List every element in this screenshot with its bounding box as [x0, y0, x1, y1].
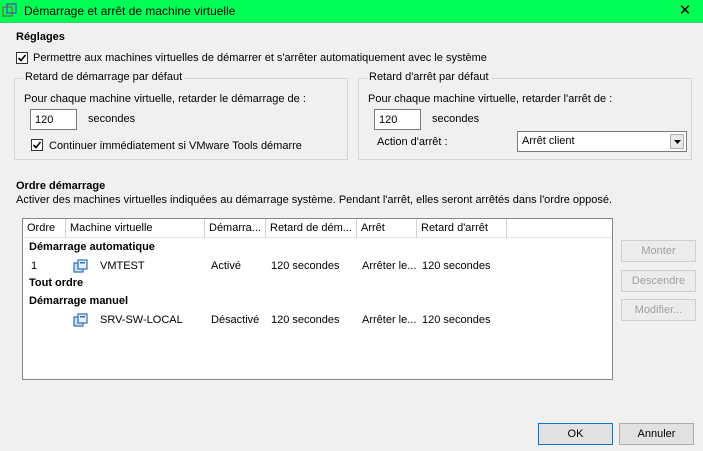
table-row[interactable]: 1 VMTEST Activé 120 secondes Arrêter le.…: [23, 257, 612, 275]
stop-action-select[interactable]: Arrêt client: [517, 131, 687, 152]
auto-start-checkbox[interactable]: [16, 52, 28, 64]
column-header-stop[interactable]: Arrêt: [357, 219, 417, 238]
startup-order-table[interactable]: Ordre Machine virtuelle Démarra... Retar…: [22, 218, 613, 380]
auto-start-label: Permettre aux machines virtuelles de dém…: [33, 52, 487, 64]
title-bar: Démarrage et arrêt de machine virtuelle …: [0, 0, 703, 23]
cell-stop: Arrêter le...: [362, 314, 417, 326]
column-header-start-delay[interactable]: Retard de dém...: [266, 219, 357, 238]
checkmark-icon: [17, 54, 27, 62]
continue-label: Continuer immédiatement si VMware Tools …: [49, 140, 302, 152]
settings-heading: Réglages: [16, 31, 65, 43]
cell-stop-delay: 120 secondes: [422, 260, 491, 272]
virtual-machine-icon: [73, 313, 88, 327]
ok-button[interactable]: OK: [538, 423, 613, 445]
table-header: Ordre Machine virtuelle Démarra... Retar…: [23, 219, 612, 238]
group-manual-start: Démarrage manuel: [29, 295, 129, 307]
virtual-machine-icon: [73, 259, 88, 273]
continue-checkbox[interactable]: [31, 139, 43, 151]
move-down-button[interactable]: Descendre: [621, 270, 696, 292]
stop-action-label: Action d'arrêt :: [377, 136, 448, 148]
cell-order: 1: [31, 260, 38, 272]
vmware-app-icon: [2, 3, 17, 17]
cell-startup: Activé: [211, 260, 241, 272]
stop-delay-legend: Retard d'arrêt par défaut: [367, 71, 491, 83]
stop-delay-description: Pour chaque machine virtuelle, retarder …: [368, 93, 613, 105]
cell-stop-delay: 120 secondes: [422, 314, 491, 326]
column-header-startup[interactable]: Démarra...: [205, 219, 266, 238]
start-delay-legend: Retard de démarrage par défaut: [23, 71, 185, 83]
edit-button[interactable]: Modifier...: [621, 299, 696, 321]
startup-order-heading: Ordre démarrage: [16, 180, 106, 192]
cancel-button[interactable]: Annuler: [619, 423, 694, 445]
cell-vm-name: SRV-SW-LOCAL: [100, 314, 183, 326]
stop-delay-input[interactable]: [374, 109, 421, 130]
cell-start-delay: 120 secondes: [271, 314, 340, 326]
column-header-stop-delay[interactable]: Retard d'arrêt: [417, 219, 507, 238]
stop-action-value: Arrêt client: [522, 135, 575, 147]
close-icon[interactable]: ✕: [677, 2, 693, 20]
cell-startup: Désactivé: [211, 314, 260, 326]
group-any-order: Tout ordre: [29, 277, 84, 289]
cell-stop: Arrêter le...: [362, 260, 417, 272]
move-up-button[interactable]: Monter: [621, 240, 696, 262]
chevron-down-icon: [674, 140, 681, 144]
checkmark-icon: [32, 141, 42, 149]
start-delay-description: Pour chaque machine virtuelle, retarder …: [24, 93, 306, 105]
table-row[interactable]: SRV-SW-LOCAL Désactivé 120 secondes Arrê…: [23, 311, 612, 329]
start-delay-input[interactable]: [30, 109, 77, 130]
column-header-order[interactable]: Ordre: [23, 219, 66, 238]
cell-vm-name: VMTEST: [100, 260, 145, 272]
start-delay-unit: secondes: [88, 113, 136, 125]
dropdown-button[interactable]: [670, 134, 684, 149]
cell-start-delay: 120 secondes: [271, 260, 340, 272]
group-auto-start: Démarrage automatique: [29, 241, 155, 253]
startup-order-description: Activer des machines virtuelles indiquée…: [16, 194, 613, 206]
column-header-vm[interactable]: Machine virtuelle: [66, 219, 205, 238]
stop-delay-unit: secondes: [432, 113, 480, 125]
window-title: Démarrage et arrêt de machine virtuelle: [24, 4, 236, 18]
